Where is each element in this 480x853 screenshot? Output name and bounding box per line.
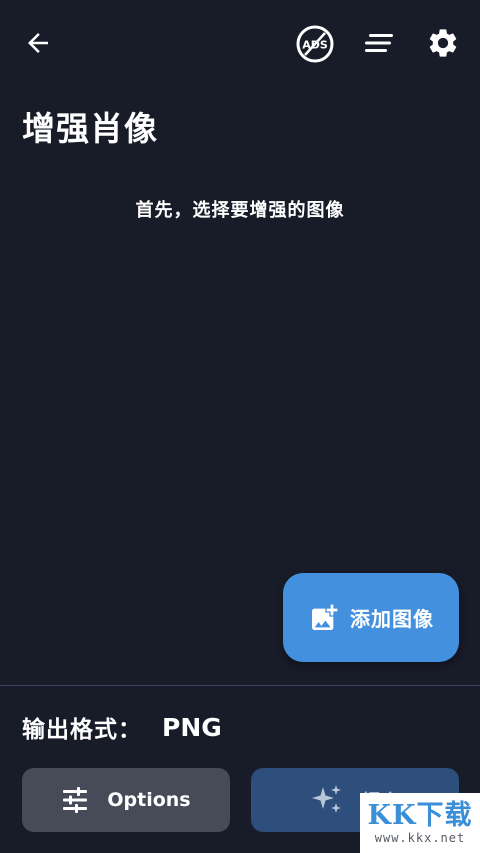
- add-image-label: 添加图像: [350, 607, 434, 631]
- output-format-value[interactable]: PNG: [162, 713, 222, 742]
- sliders-icon: [63, 787, 88, 813]
- output-format-row[interactable]: 输出格式： PNG: [22, 710, 222, 744]
- sparkles-icon: [311, 785, 341, 813]
- empty-state-hint: 首先，选择要增强的图像: [135, 200, 345, 221]
- add-image-button[interactable]: 添加图像: [283, 573, 459, 662]
- sort-menu-button[interactable]: [358, 24, 400, 62]
- gear-icon: [429, 29, 457, 57]
- bottom-divider: [0, 685, 480, 686]
- output-format-label: 输出格式：: [22, 717, 142, 743]
- arrow-left-icon: [28, 33, 48, 53]
- no-ads-icon: ADS: [296, 25, 334, 63]
- options-button[interactable]: Options: [22, 768, 230, 832]
- top-app-bar: ADS: [0, 0, 480, 84]
- watermark-url: www.kkx.net: [374, 830, 466, 845]
- watermark: KK下载 www.kkx.net: [360, 793, 480, 853]
- remove-ads-button[interactable]: ADS: [292, 22, 338, 66]
- sort-lines-icon: [365, 34, 393, 52]
- add-photo-icon: [312, 604, 338, 630]
- options-label: Options: [107, 789, 191, 811]
- back-button[interactable]: [18, 24, 58, 62]
- settings-button[interactable]: [420, 22, 466, 64]
- watermark-logo: KK下载: [367, 799, 473, 831]
- page-title: 增强肖像: [22, 109, 158, 148]
